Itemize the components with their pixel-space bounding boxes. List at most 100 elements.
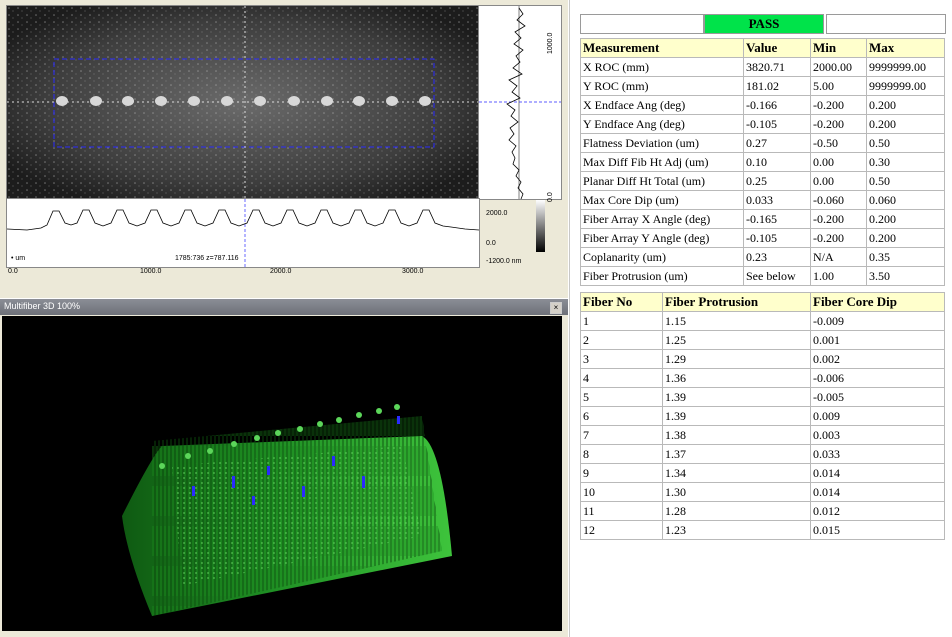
window-title-bar[interactable]: Multifiber 3D 100% × <box>0 299 568 315</box>
hprofile-unit-label: • um <box>11 255 26 262</box>
table-cell: 0.50 <box>866 171 945 191</box>
table-cell: -0.200 <box>810 95 867 115</box>
table-cell: 0.00 <box>810 171 867 191</box>
table-row[interactable]: 1 1.15 -0.009 <box>580 311 945 331</box>
table-row[interactable]: X ROC (mm) 3820.71 2000.00 9999999.00 <box>580 57 945 77</box>
table-row[interactable]: 4 1.36 -0.006 <box>580 368 945 388</box>
table-cell: 3.50 <box>866 266 945 286</box>
table-row[interactable]: 7 1.38 0.003 <box>580 425 945 445</box>
intensity-image[interactable] <box>6 5 480 200</box>
table-cell: N/A <box>810 247 867 267</box>
table-cell: 11 <box>580 501 663 521</box>
table-row[interactable]: Y ROC (mm) 181.02 5.00 9999999.00 <box>580 76 945 96</box>
table-cell: 1.25 <box>662 330 811 350</box>
table-cell: Coplanarity (um) <box>580 247 744 267</box>
hprofile-unit-text: um <box>15 255 26 262</box>
table-cell: 1 <box>580 311 663 331</box>
close-icon[interactable]: × <box>550 302 562 314</box>
table-cell: -0.060 <box>810 190 867 210</box>
table-cell: Max Diff Fib Ht Adj (um) <box>580 152 744 172</box>
3d-surface-view[interactable] <box>2 316 562 631</box>
table-row[interactable]: 2 1.25 0.001 <box>580 330 945 350</box>
table-cell: 1.37 <box>662 444 811 464</box>
hprofile-ytick-neg1200: -1200.0 nm <box>486 258 522 265</box>
table-cell: Planar Diff Ht Total (um) <box>580 171 744 191</box>
table-cell: 0.23 <box>743 247 811 267</box>
table-cell: 181.02 <box>743 76 811 96</box>
table-cell: 0.033 <box>743 190 811 210</box>
table-cell: 10 <box>580 482 663 502</box>
cursor-readout: 1785:736 z=787.116 <box>175 255 239 262</box>
table-cell: -0.50 <box>810 133 867 153</box>
table-cell: -0.009 <box>810 311 945 331</box>
table-cell: Max Core Dip (um) <box>580 190 744 210</box>
table-cell: X ROC (mm) <box>580 57 744 77</box>
table-cell: 3820.71 <box>743 57 811 77</box>
table-cell: 9999999.00 <box>866 57 945 77</box>
table-row[interactable]: 5 1.39 -0.005 <box>580 387 945 407</box>
height-colorbar <box>536 200 545 252</box>
col-header-fiber-protrusion: Fiber Protrusion <box>662 292 811 312</box>
hprofile-xtick-2000: 2000.0 <box>270 268 292 275</box>
table-cell: 1.34 <box>662 463 811 483</box>
surface-map-panel: 1000.0 0.0 • um 1785:736 z=787.116 2000.… <box>0 0 568 298</box>
col-header-measurement: Measurement <box>580 38 744 58</box>
table-row[interactable]: 12 1.23 0.015 <box>580 520 945 540</box>
table-cell: 1.39 <box>662 387 811 407</box>
table-cell: 0.10 <box>743 152 811 172</box>
vertical-profile[interactable]: 1000.0 0.0 <box>478 5 562 202</box>
col-header-value: Value <box>743 38 811 58</box>
table-cell: 9 <box>580 463 663 483</box>
horizontal-profile[interactable]: • um 1785:736 z=787.116 <box>6 198 480 268</box>
table-cell: 0.012 <box>810 501 945 521</box>
hprofile-xtick-3000: 3000.0 <box>402 268 424 275</box>
table-row[interactable]: 9 1.34 0.014 <box>580 463 945 483</box>
col-header-max: Max <box>866 38 945 58</box>
table-cell: Fiber Array X Angle (deg) <box>580 209 744 229</box>
table-cell: 0.27 <box>743 133 811 153</box>
table-cell: -0.006 <box>810 368 945 388</box>
table-cell: 1.29 <box>662 349 811 369</box>
col-header-min: Min <box>810 38 867 58</box>
table-cell: 0.060 <box>866 190 945 210</box>
table-cell: 0.25 <box>743 171 811 191</box>
hprofile-xtick-1000: 1000.0 <box>140 268 162 275</box>
table-cell: -0.105 <box>743 114 811 134</box>
table-row[interactable]: Coplanarity (um) 0.23 N/A 0.35 <box>580 247 945 267</box>
col-header-fiber-no: Fiber No <box>580 292 663 312</box>
measurements-table: Measurement Value Min Max X ROC (mm) 3820… <box>580 38 945 286</box>
table-row[interactable]: Fiber Array Y Angle (deg) -0.105 -0.200 0.2… <box>580 228 945 248</box>
table-row[interactable]: Fiber Array X Angle (deg) -0.165 -0.200 0.2… <box>580 209 945 229</box>
table-header-row: Fiber No Fiber Protrusion Fiber Core Dip <box>580 292 945 312</box>
table-cell: 0.200 <box>866 114 945 134</box>
table-cell: 1.30 <box>662 482 811 502</box>
table-cell: Flatness Deviation (um) <box>580 133 744 153</box>
table-row[interactable]: Planar Diff Ht Total (um) 0.25 0.00 0.50 <box>580 171 945 191</box>
table-row[interactable]: Max Core Dip (um) 0.033 -0.060 0.060 <box>580 190 945 210</box>
table-cell: 0.009 <box>810 406 945 426</box>
table-cell: 1.15 <box>662 311 811 331</box>
table-row[interactable]: Fiber Protrusion (um) See below 1.00 3.50 <box>580 266 945 286</box>
table-row[interactable]: 3 1.29 0.002 <box>580 349 945 369</box>
table-cell: 5 <box>580 387 663 407</box>
table-row[interactable]: Max Diff Fib Ht Adj (um) 0.10 0.00 0.30 <box>580 152 945 172</box>
table-cell: 4 <box>580 368 663 388</box>
table-cell: 6 <box>580 406 663 426</box>
table-row[interactable]: 8 1.37 0.033 <box>580 444 945 464</box>
window-title: Multifiber 3D 100% <box>4 301 81 311</box>
table-row[interactable]: Y Endface Ang (deg) -0.105 -0.200 0.200 <box>580 114 945 134</box>
hprofile-ytick-0: 0.0 <box>486 240 496 247</box>
table-cell: 0.003 <box>810 425 945 445</box>
table-row[interactable]: 11 1.28 0.012 <box>580 501 945 521</box>
table-header-row: Measurement Value Min Max <box>580 38 945 58</box>
table-cell: -0.166 <box>743 95 811 115</box>
hprofile-xtick-0: 0.0 <box>8 268 18 275</box>
table-cell: 9999999.00 <box>866 76 945 96</box>
table-row[interactable]: 10 1.30 0.014 <box>580 482 945 502</box>
table-cell: 12 <box>580 520 663 540</box>
table-cell: 0.200 <box>866 228 945 248</box>
table-row[interactable]: Flatness Deviation (um) 0.27 -0.50 0.50 <box>580 133 945 153</box>
table-row[interactable]: X Endface Ang (deg) -0.166 -0.200 0.200 <box>580 95 945 115</box>
table-row[interactable]: 6 1.39 0.009 <box>580 406 945 426</box>
3d-surface-render <box>122 404 452 616</box>
